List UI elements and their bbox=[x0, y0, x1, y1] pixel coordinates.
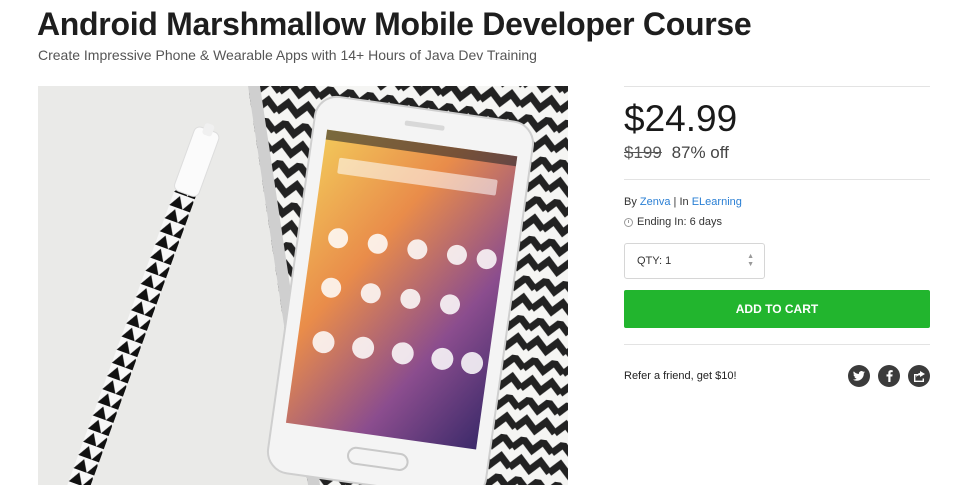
original-price: $199 bbox=[624, 143, 662, 162]
facebook-icon[interactable] bbox=[878, 365, 900, 387]
referral-row: Refer a friend, get $10! bbox=[624, 365, 930, 387]
referral-text[interactable]: Refer a friend, get $10! bbox=[624, 370, 737, 382]
divider bbox=[624, 344, 930, 345]
sale-price: $24.99 bbox=[624, 98, 738, 139]
purchase-panel: $24.99 $199 87% off By Zenva | In ELearn… bbox=[624, 86, 930, 387]
stepper-icon: ▲ ▼ bbox=[747, 253, 754, 268]
ending-text: Ending In: 6 days bbox=[637, 216, 723, 228]
vendor-link[interactable]: Zenva bbox=[640, 196, 671, 208]
page-subtitle: Create Impressive Phone & Wearable Apps … bbox=[38, 47, 537, 63]
page-title: Android Marshmallow Mobile Developer Cou… bbox=[37, 6, 752, 42]
quantity-select[interactable]: QTY: 1 ▲ ▼ bbox=[624, 243, 765, 279]
category-link[interactable]: ELearning bbox=[692, 196, 742, 208]
ending-info: Ending In: 6 days bbox=[624, 216, 930, 228]
add-to-cart-button[interactable]: ADD TO CART bbox=[624, 290, 930, 328]
quantity-label: QTY: 1 bbox=[637, 255, 672, 267]
share-icon[interactable] bbox=[908, 365, 930, 387]
pricing-row: $199 87% off bbox=[624, 143, 930, 163]
product-meta: By Zenva | In ELearning bbox=[624, 196, 930, 208]
twitter-icon[interactable] bbox=[848, 365, 870, 387]
divider bbox=[624, 179, 930, 180]
by-label: By bbox=[624, 196, 637, 208]
meta-separator: | bbox=[673, 196, 677, 208]
in-label: In bbox=[679, 196, 689, 208]
product-image bbox=[38, 86, 568, 485]
divider bbox=[624, 86, 930, 87]
clock-icon bbox=[624, 217, 633, 227]
discount-label: 87% off bbox=[671, 143, 729, 162]
social-buttons bbox=[848, 365, 930, 387]
